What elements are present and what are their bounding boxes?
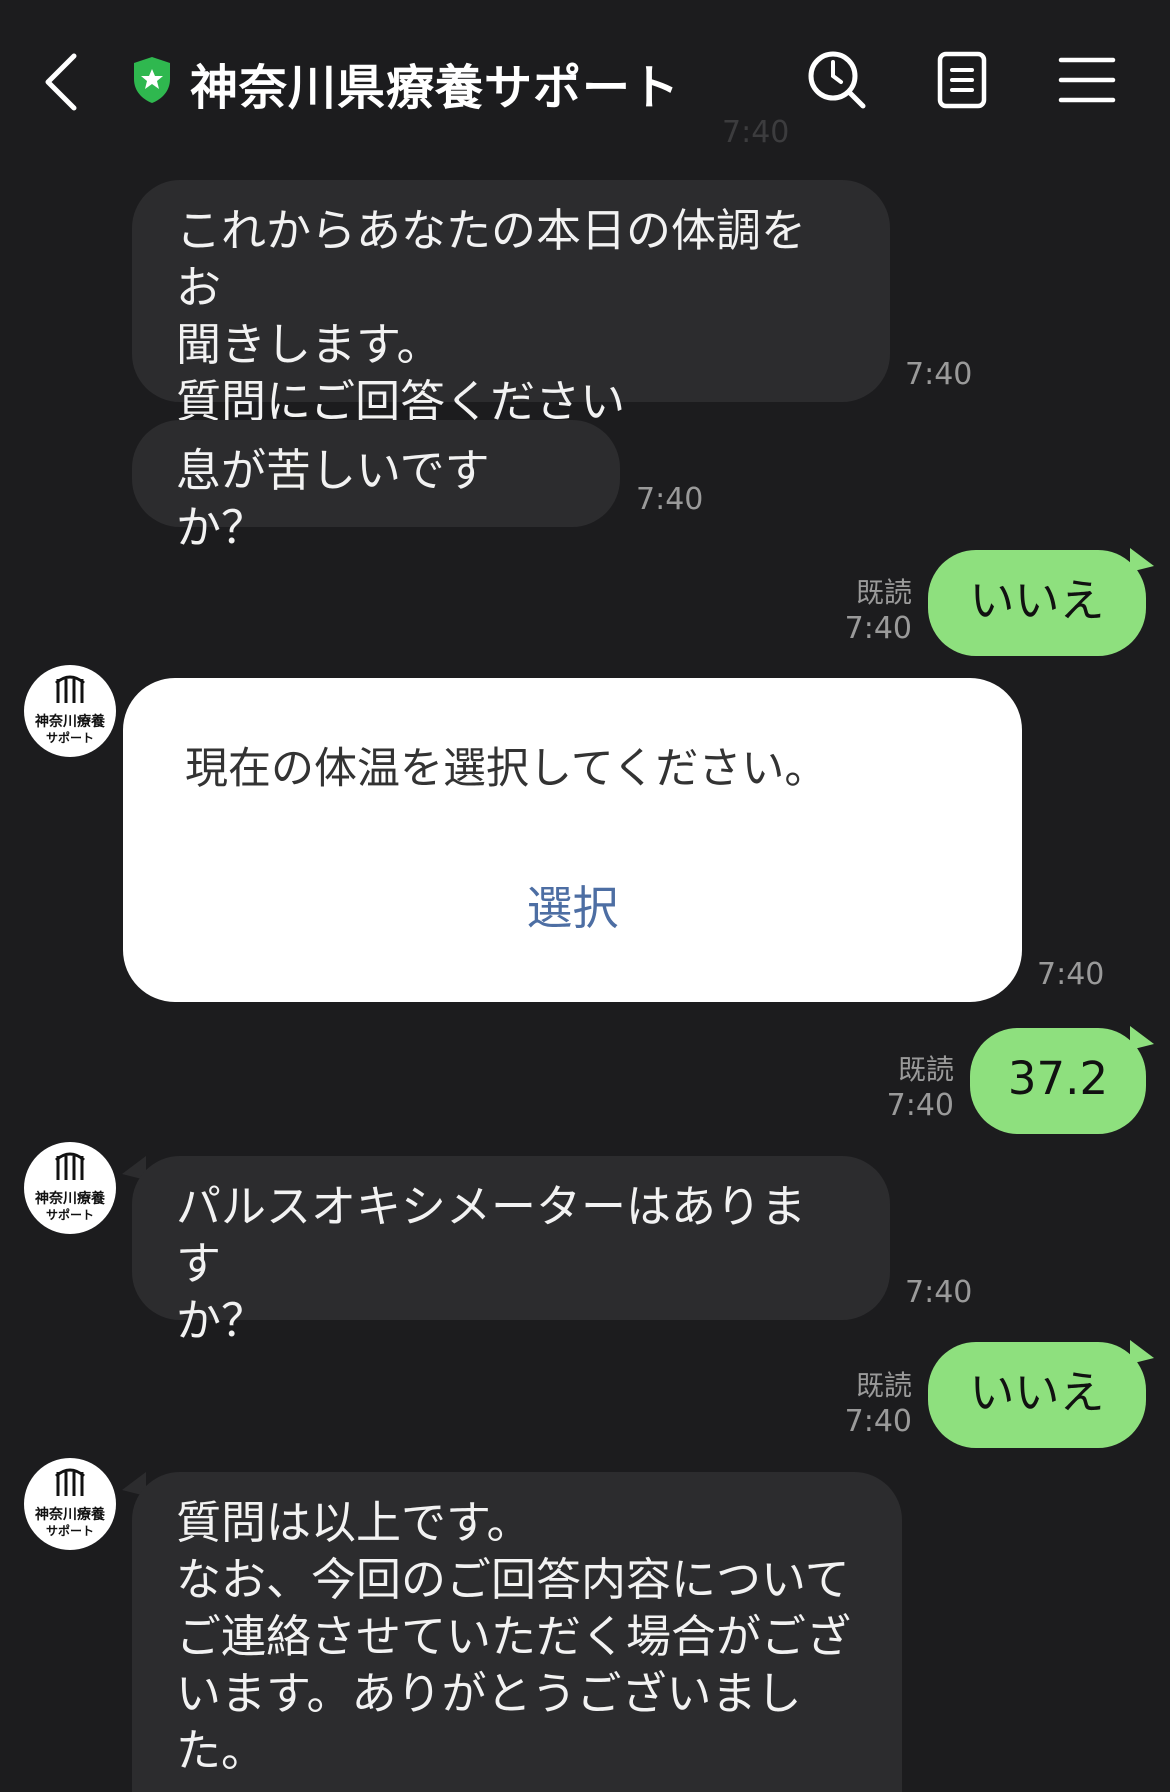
bubble-tail bbox=[1130, 548, 1154, 572]
read-receipt: 既読 7:40 bbox=[822, 575, 912, 647]
chat-title: 神奈川県療養サポート bbox=[190, 60, 681, 116]
bubble-tail bbox=[1130, 1340, 1154, 1364]
kanagawa-logo-icon bbox=[55, 1152, 85, 1180]
read-label: 既読 bbox=[855, 576, 912, 609]
faded-timestamp: 7:40 bbox=[722, 115, 790, 150]
card-prompt: 現在の体温を選択してください。 bbox=[185, 744, 828, 794]
user-message: いいえ bbox=[928, 1342, 1146, 1448]
bot-message: 息が苦しいですか？ bbox=[132, 420, 620, 554]
kanagawa-logo-icon bbox=[55, 1468, 85, 1496]
message-time: 7:40 bbox=[844, 611, 912, 646]
avatar-sublabel: サポート bbox=[45, 1208, 94, 1222]
kanagawa-logo-icon bbox=[55, 675, 85, 703]
avatar-sublabel: サポート bbox=[45, 731, 94, 745]
search-clock-icon[interactable] bbox=[805, 48, 869, 112]
select-button[interactable]: 選択 bbox=[123, 868, 1022, 948]
chat-header: 7:40 神奈川県療養サポート bbox=[0, 0, 1170, 160]
avatar[interactable]: 神奈川療養 サポート bbox=[24, 665, 116, 757]
bot-message: パルスオキシメーターはあります か？ bbox=[132, 1156, 890, 1347]
select-card: 現在の体温を選択してください。 選択 bbox=[123, 678, 1022, 1002]
avatar-label: 神奈川療養 bbox=[35, 1507, 105, 1523]
message-time: 7:40 bbox=[905, 357, 973, 392]
message-time: 7:40 bbox=[636, 482, 704, 517]
bot-message: これからあなたの本日の体調をお 聞きします。 質問にご回答ください bbox=[132, 180, 890, 428]
hamburger-menu-icon[interactable] bbox=[1055, 48, 1119, 112]
bubble-tail bbox=[1130, 1026, 1154, 1050]
message-time: 7:40 bbox=[1037, 957, 1105, 992]
avatar-sublabel: サポート bbox=[45, 1524, 94, 1538]
user-message: 37.2 bbox=[970, 1028, 1146, 1134]
read-receipt: 既読 7:40 bbox=[822, 1368, 912, 1440]
shield-star-icon bbox=[134, 57, 170, 103]
bot-message: 質問は以上です。 なお、今回のご回答内容について ご連絡させていただく場合がござ… bbox=[132, 1472, 902, 1792]
avatar-label: 神奈川療養 bbox=[35, 714, 105, 730]
user-message: いいえ bbox=[928, 550, 1146, 656]
read-receipt: 既読 7:40 bbox=[864, 1052, 954, 1124]
avatar-label: 神奈川療養 bbox=[35, 1191, 105, 1207]
message-time: 7:40 bbox=[844, 1404, 912, 1439]
message-time: 7:40 bbox=[905, 1275, 973, 1310]
read-label: 既読 bbox=[897, 1053, 954, 1086]
message-time: 7:40 bbox=[886, 1088, 954, 1123]
avatar[interactable]: 神奈川療養 サポート bbox=[24, 1142, 116, 1234]
chevron-left-icon[interactable] bbox=[40, 50, 84, 114]
notes-icon[interactable] bbox=[930, 48, 994, 112]
avatar[interactable]: 神奈川療養 サポート bbox=[24, 1458, 116, 1550]
read-label: 既読 bbox=[855, 1369, 912, 1402]
